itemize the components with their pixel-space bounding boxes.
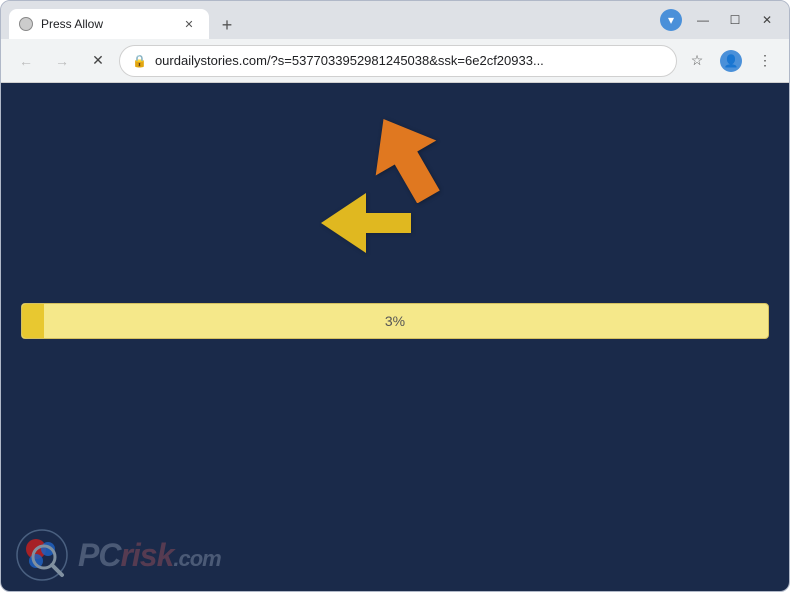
- menu-button[interactable]: ⋮: [751, 47, 779, 75]
- download-icon: ▾: [660, 9, 682, 31]
- pcrisk-risk: risk: [120, 537, 173, 573]
- browser-window: Press Allow ✕ + ▾ — ☐ ✕ ← → ✕ 🔒 ourdaily…: [0, 0, 790, 592]
- tab-favicon: [19, 17, 33, 31]
- progress-label: 3%: [385, 313, 405, 329]
- pcrisk-logo-icon: [16, 529, 68, 581]
- pcrisk-pc: PC: [78, 537, 120, 573]
- progress-bar-container: 3%: [21, 303, 769, 339]
- tab-close-button[interactable]: ✕: [181, 16, 197, 32]
- close-button[interactable]: ✕: [753, 6, 781, 34]
- maximize-button[interactable]: ☐: [721, 6, 749, 34]
- tab-title: Press Allow: [41, 17, 173, 31]
- forward-icon: →: [55, 53, 69, 69]
- bookmark-button[interactable]: ☆: [683, 47, 711, 75]
- back-icon: ←: [19, 53, 33, 69]
- pcrisk-com: .com: [173, 546, 220, 571]
- title-bar: Press Allow ✕ + ▾ — ☐ ✕: [1, 1, 789, 39]
- profile-button[interactable]: 👤: [717, 47, 745, 75]
- address-bar[interactable]: 🔒 ourdailystories.com/?s=537703395298124…: [119, 45, 677, 77]
- close-nav-icon: ✕: [92, 52, 104, 69]
- download-indicator[interactable]: ▾: [657, 6, 685, 34]
- window-controls: — ☐ ✕: [689, 6, 781, 34]
- star-icon: ☆: [691, 52, 704, 69]
- pcrisk-watermark: PCrisk.com: [16, 529, 221, 581]
- pcrisk-text: PCrisk.com: [78, 537, 221, 574]
- profile-icon-glyph: 👤: [724, 54, 739, 68]
- arrow-left: [321, 193, 411, 258]
- minimize-button[interactable]: —: [689, 6, 717, 34]
- new-tab-button[interactable]: +: [213, 11, 241, 39]
- profile-avatar: 👤: [720, 50, 742, 72]
- back-button[interactable]: ←: [11, 46, 41, 76]
- page-content: 3% PCrisk.com: [1, 83, 789, 591]
- lock-icon: 🔒: [132, 54, 147, 68]
- tab-bar: Press Allow ✕ +: [9, 1, 647, 39]
- forward-button[interactable]: →: [47, 46, 77, 76]
- progress-fill: [22, 304, 44, 338]
- toolbar: ← → ✕ 🔒 ourdailystories.com/?s=537703395…: [1, 39, 789, 83]
- menu-dots-icon: ⋮: [758, 52, 772, 69]
- active-tab[interactable]: Press Allow ✕: [9, 9, 209, 39]
- reload-button[interactable]: ✕: [83, 46, 113, 76]
- url-text: ourdailystories.com/?s=53770339529812450…: [155, 53, 664, 68]
